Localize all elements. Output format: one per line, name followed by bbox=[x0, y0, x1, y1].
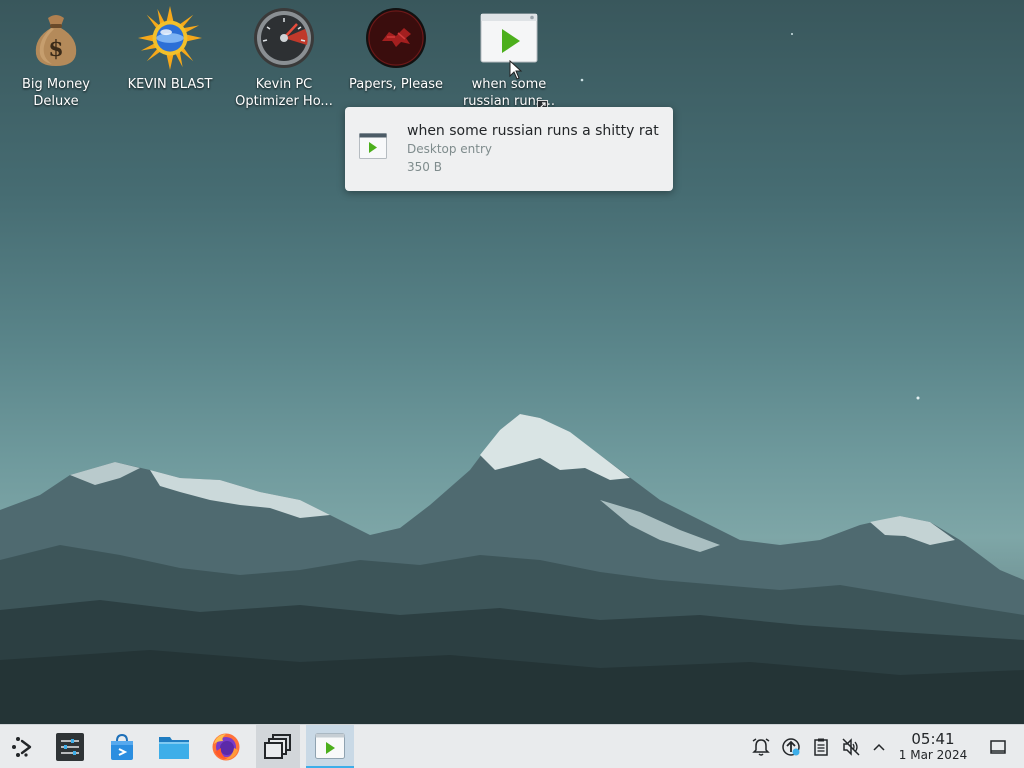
settings-sliders-icon bbox=[56, 733, 84, 761]
desktop-icon-label: Big Money Deluxe bbox=[21, 77, 90, 109]
tooltip-title: when some russian runs a shitty rat bbox=[407, 123, 659, 139]
tray-clipboard[interactable] bbox=[809, 735, 833, 759]
speedometer-icon bbox=[252, 6, 316, 70]
mouse-pointer-icon bbox=[509, 60, 523, 80]
folder-icon bbox=[159, 737, 189, 759]
taskbar-running-desktop-entry[interactable] bbox=[306, 725, 354, 768]
desktop-icon-kevin-pc-optimizer[interactable]: Kevin PC Optimizer Ho... bbox=[228, 6, 340, 116]
desktop-icon-big-money-deluxe[interactable]: $ Big Money Deluxe bbox=[0, 6, 112, 116]
money-bag-icon: $ bbox=[24, 6, 88, 70]
clock-date: 1 Mar 2024 bbox=[898, 748, 968, 762]
show-desktop-icon bbox=[990, 740, 1006, 754]
taskbar-system-settings[interactable] bbox=[48, 725, 92, 768]
application-launcher-button[interactable] bbox=[0, 725, 44, 768]
taskbar-panel: 05:41 1 Mar 2024 bbox=[0, 724, 1024, 768]
tooltip-file-size: 350 B bbox=[407, 160, 442, 174]
windows-stack-icon bbox=[264, 734, 291, 759]
desktop-entry-play-icon bbox=[315, 732, 345, 759]
svg-text:$: $ bbox=[48, 36, 63, 62]
clipboard-icon bbox=[814, 738, 828, 756]
speaker-muted-icon bbox=[842, 738, 860, 756]
digital-clock[interactable]: 05:41 1 Mar 2024 bbox=[893, 730, 973, 763]
update-arrow-icon bbox=[782, 738, 800, 756]
firefox-icon bbox=[212, 733, 240, 761]
taskbar-firefox[interactable] bbox=[204, 725, 248, 768]
tray-volume[interactable] bbox=[839, 735, 863, 759]
taskbar-overview[interactable] bbox=[256, 725, 300, 768]
bell-icon bbox=[752, 738, 770, 756]
taskbar-dolphin[interactable] bbox=[152, 725, 196, 768]
clock-time: 05:41 bbox=[911, 730, 955, 748]
desktop-icon-papers-please[interactable]: Papers, Please bbox=[340, 6, 452, 116]
chevron-up-icon bbox=[873, 743, 885, 751]
store-bag-icon bbox=[111, 733, 133, 760]
tray-notifications[interactable] bbox=[749, 735, 773, 759]
taskbar-discover[interactable] bbox=[100, 725, 144, 768]
sun-globe-icon bbox=[138, 6, 202, 70]
desktop-icon-label: Kevin PC Optimizer Ho... bbox=[235, 77, 333, 109]
desktop-icon-label: Papers, Please bbox=[348, 77, 444, 92]
tray-updates[interactable] bbox=[779, 735, 803, 759]
tooltip-file-type: Desktop entry bbox=[407, 142, 493, 156]
papers-please-icon bbox=[364, 6, 428, 70]
kde-launcher-icon bbox=[12, 737, 32, 757]
show-desktop-button[interactable] bbox=[986, 735, 1010, 759]
tray-expand[interactable] bbox=[867, 735, 891, 759]
desktop-icon-kevin-blast[interactable]: KEVIN BLAST bbox=[114, 6, 226, 116]
file-info-tooltip: when some russian runs a shitty rat Desk… bbox=[345, 107, 673, 191]
desktop-entry-play-icon bbox=[359, 133, 387, 161]
desktop-icon-label: KEVIN BLAST bbox=[127, 77, 213, 92]
